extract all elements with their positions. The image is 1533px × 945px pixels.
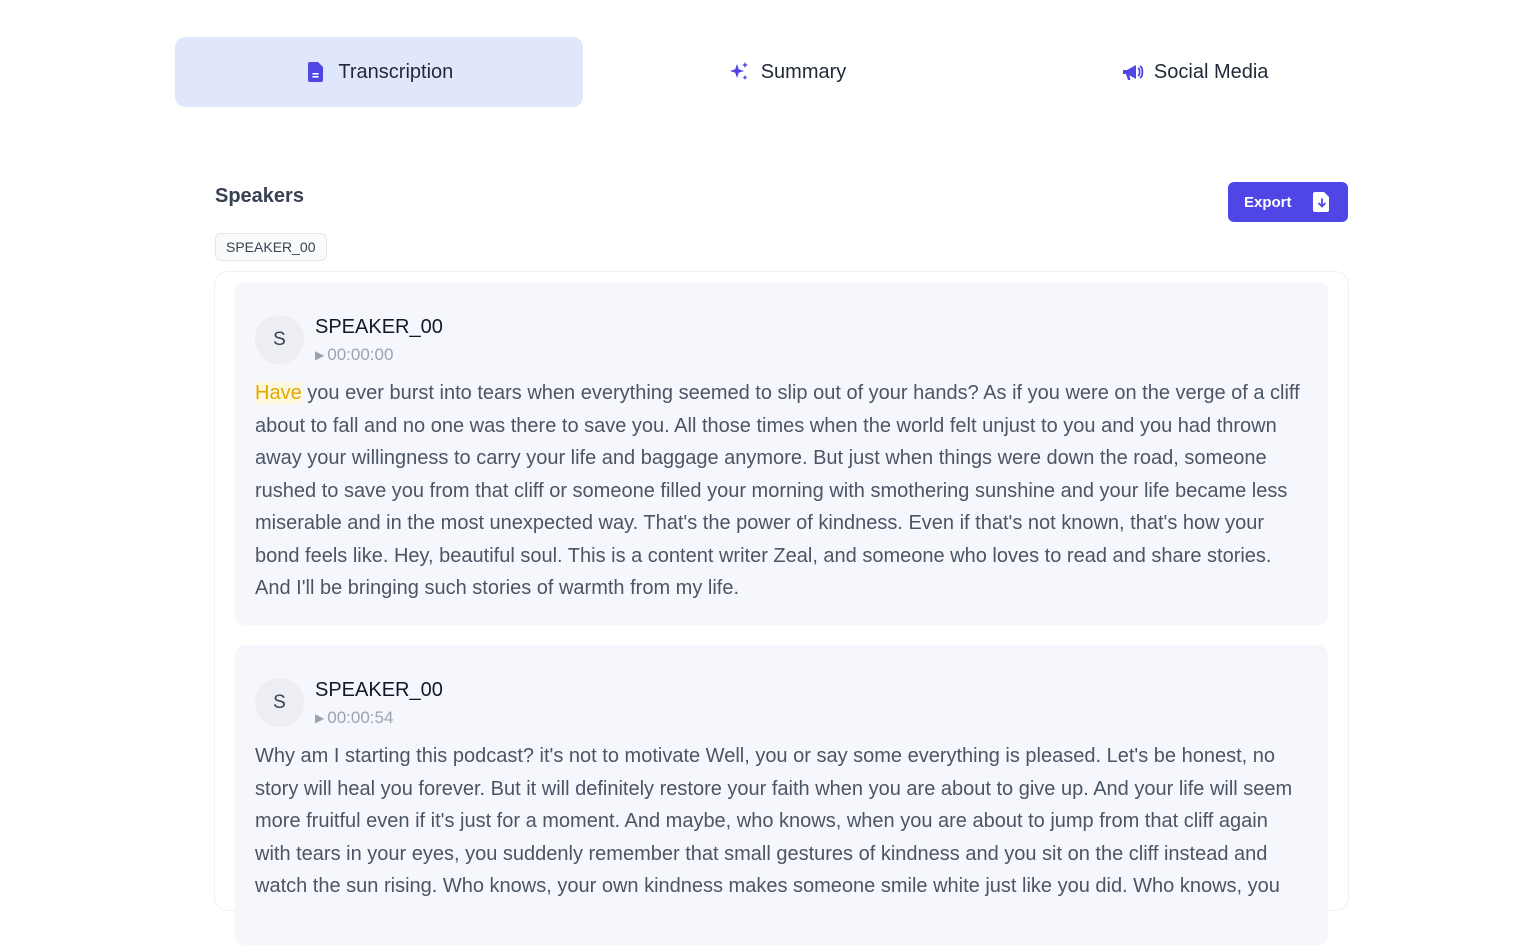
sparkles-icon — [727, 60, 751, 84]
document-icon — [304, 60, 328, 84]
segment-text: Why am I starting this podcast? it's not… — [255, 745, 1293, 897]
avatar: S — [255, 315, 304, 364]
play-icon: ▶ — [315, 711, 325, 725]
segment-timestamp[interactable]: ▶ 00:00:54 — [315, 708, 393, 728]
segment-timestamp[interactable]: ▶ 00:00:00 — [315, 345, 393, 365]
tab-summary[interactable]: Summary — [583, 37, 991, 107]
tab-bar: Transcription Summary Social Media — [175, 37, 1398, 107]
tab-label: Transcription — [338, 60, 454, 83]
segment-header: S SPEAKER_00 ▶ 00:00:00 — [255, 282, 1308, 394]
timestamp-text: 00:00:54 — [327, 708, 394, 727]
segment-header: S SPEAKER_00 ▶ 00:00:54 — [255, 645, 1308, 757]
segment-speaker-name: SPEAKER_00 — [315, 316, 443, 338]
segment-speaker-name: SPEAKER_00 — [315, 679, 443, 701]
play-icon: ▶ — [315, 348, 325, 362]
tab-transcription[interactable]: Transcription — [175, 37, 583, 107]
speaker-chip[interactable]: SPEAKER_00 — [215, 233, 327, 261]
timestamp-text: 00:00:00 — [327, 345, 394, 364]
segment-text: Have you ever burst into tears when ever… — [255, 377, 1308, 605]
speakers-heading: Speakers — [215, 185, 304, 207]
transcript-segment: S SPEAKER_00 ▶ 00:00:54 Why am I startin… — [235, 645, 1328, 945]
export-button[interactable]: Export — [1228, 182, 1348, 222]
segment-text-body: you ever burst into tears when everythin… — [255, 382, 1300, 599]
tab-label: Summary — [760, 60, 847, 83]
tab-social-media[interactable]: Social Media — [990, 37, 1398, 107]
avatar: S — [255, 678, 304, 727]
export-label: Export — [1244, 193, 1292, 211]
transcript-segment: S SPEAKER_00 ▶ 00:00:00 Have you ever bu… — [235, 282, 1328, 625]
tab-label: Social Media — [1153, 60, 1269, 83]
megaphone-icon — [1120, 60, 1144, 84]
file-download-icon — [1312, 191, 1332, 213]
